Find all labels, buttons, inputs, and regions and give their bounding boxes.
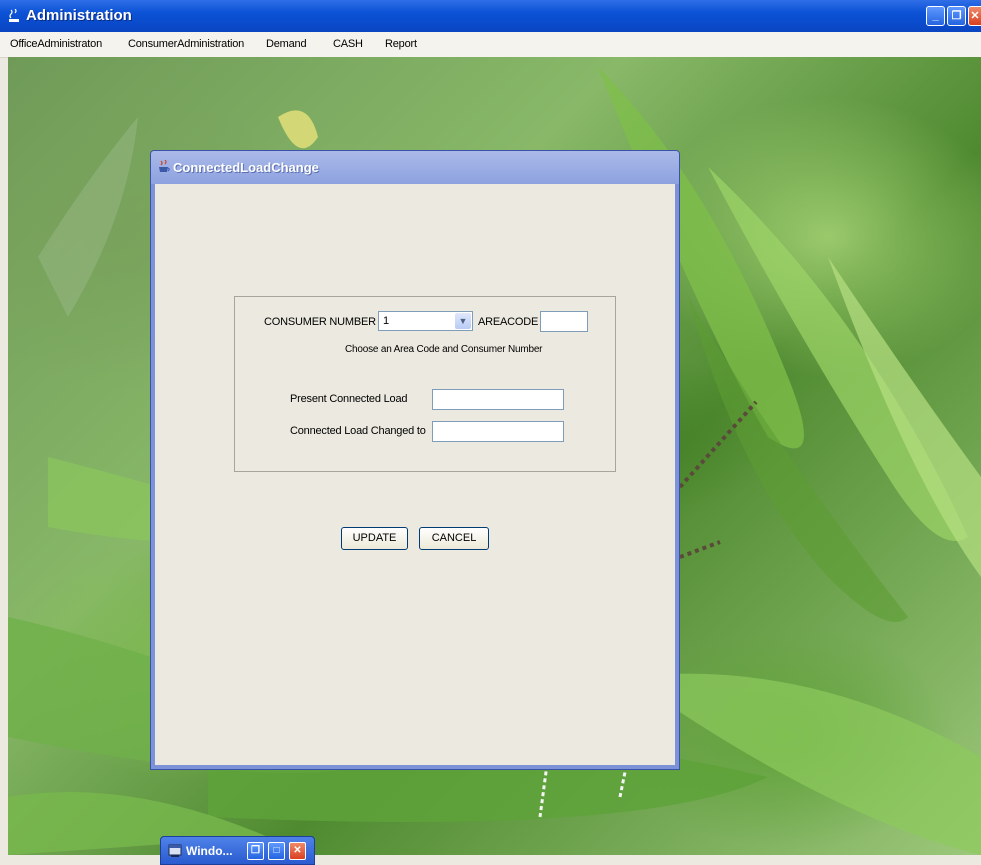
menu-report[interactable]: Report xyxy=(385,38,417,50)
present-load-label: Present Connected Load xyxy=(290,393,408,405)
restore-button[interactable]: ❐ xyxy=(947,6,966,26)
minimized-window[interactable]: Windo... ❐ □ ✕ xyxy=(160,836,315,865)
changed-load-label: Connected Load Changed to xyxy=(290,425,426,437)
present-load-field[interactable] xyxy=(432,389,564,410)
consumer-number-value: 1 xyxy=(383,315,390,327)
minimized-window-title: Windo... xyxy=(186,844,233,858)
close-button[interactable]: ✕ xyxy=(289,842,306,860)
maximize-button[interactable]: □ xyxy=(268,842,285,860)
menubar: OfficeAdministraton ConsumerAdministrati… xyxy=(0,32,981,58)
restore-button[interactable]: ❐ xyxy=(247,842,264,860)
window-title: Administration xyxy=(26,7,132,24)
hint-text: Choose an Area Code and Consumer Number xyxy=(345,344,543,355)
minimize-button[interactable]: _ xyxy=(926,6,945,26)
consumer-number-label: CONSUMER NUMBER xyxy=(264,316,376,328)
chevron-down-icon[interactable]: ▼ xyxy=(455,313,471,329)
close-button[interactable]: ✕ xyxy=(968,6,981,26)
areacode-field[interactable] xyxy=(540,311,588,332)
dialog-titlebar[interactable]: ConnectedLoadChange xyxy=(151,151,679,184)
menu-cash[interactable]: CASH xyxy=(333,38,363,50)
main-window-titlebar[interactable]: Administration _ ❐ ✕ xyxy=(0,0,981,32)
dialog-title: ConnectedLoadChange xyxy=(173,160,319,175)
consumer-number-combobox[interactable]: 1 ▼ xyxy=(378,311,473,331)
menu-office-administration[interactable]: OfficeAdministraton xyxy=(10,38,102,50)
menu-demand[interactable]: Demand xyxy=(266,38,307,50)
connected-load-change-dialog: ConnectedLoadChange CONSUMER NUMBER 1 ▼ … xyxy=(150,150,680,770)
areacode-label: AREACODE xyxy=(478,316,539,328)
consumer-group-panel: CONSUMER NUMBER 1 ▼ AREACODE Choose an A… xyxy=(234,296,616,472)
dialog-content: CONSUMER NUMBER 1 ▼ AREACODE Choose an A… xyxy=(155,184,675,765)
update-button[interactable]: UPDATE xyxy=(341,527,408,550)
java-cup-icon xyxy=(159,160,170,172)
menu-consumer-administration[interactable]: ConsumerAdministration xyxy=(128,38,244,50)
cancel-button[interactable]: CANCEL xyxy=(419,527,489,550)
window-icon xyxy=(168,844,182,857)
java-cup-icon xyxy=(9,9,19,22)
changed-load-field[interactable] xyxy=(432,421,564,442)
